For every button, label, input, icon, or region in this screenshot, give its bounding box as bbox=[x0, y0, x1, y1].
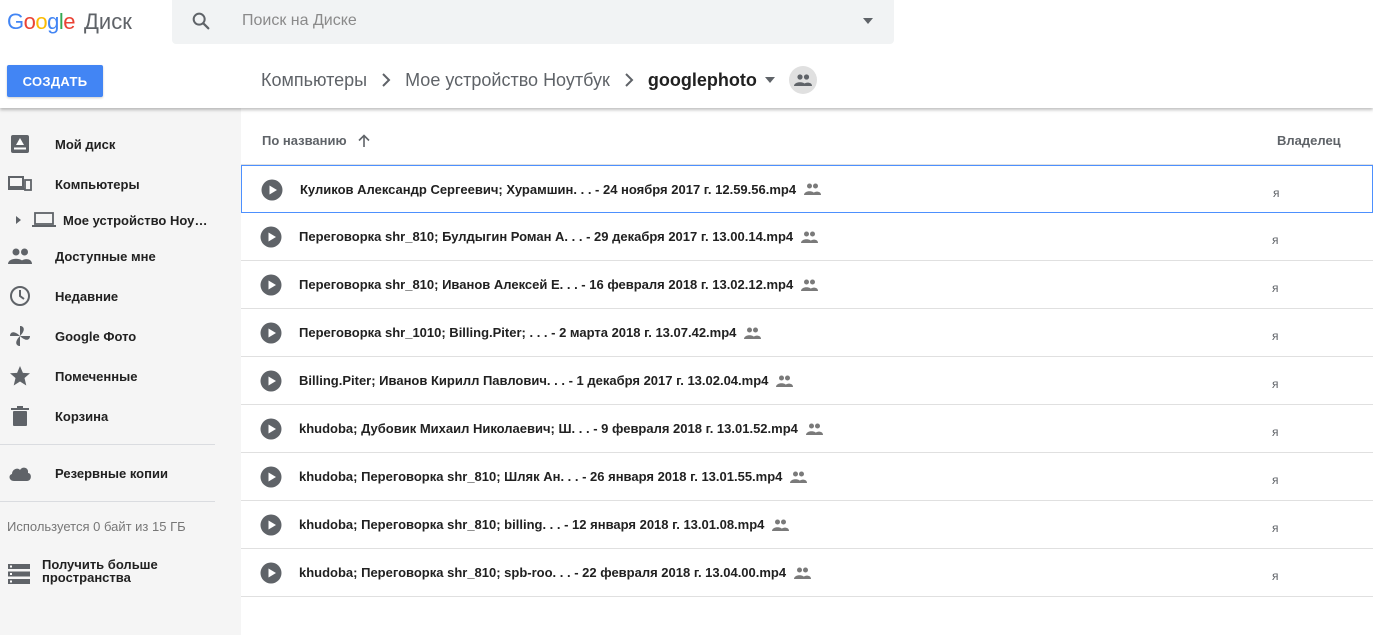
storage-usage-text: Используется 0 байт из 15 ГБ bbox=[7, 519, 186, 534]
file-row[interactable]: khudoba; Переговорка shr_810; billing. .… bbox=[241, 501, 1373, 549]
drive-icon bbox=[8, 132, 32, 156]
computers-icon bbox=[8, 172, 32, 196]
expand-arrow-icon[interactable] bbox=[16, 216, 21, 224]
shared-icon bbox=[794, 567, 812, 579]
video-play-icon bbox=[261, 179, 283, 201]
file-name: Переговорка shr_1010; Billing.Piter; . .… bbox=[299, 325, 762, 340]
breadcrumb: Компьютеры Мое устройство Ноутбук google… bbox=[261, 64, 817, 96]
file-row[interactable]: Переговорка shr_810; Булдыгин Роман А. .… bbox=[241, 213, 1373, 261]
people-icon bbox=[793, 74, 812, 86]
video-play-icon bbox=[260, 466, 282, 488]
breadcrumb-current-folder[interactable]: googlephoto bbox=[648, 70, 757, 91]
file-owner: я bbox=[1273, 186, 1280, 200]
file-row[interactable]: Billing.Piter; Иванов Кирилл Павлович. .… bbox=[241, 357, 1373, 405]
file-row[interactable]: khudoba; Переговорка shr_810; Шляк Ан. .… bbox=[241, 453, 1373, 501]
chevron-right-icon bbox=[624, 73, 634, 87]
sort-by-name-button[interactable]: По названию bbox=[262, 133, 371, 148]
file-owner: я bbox=[1272, 569, 1279, 583]
star-icon bbox=[8, 364, 32, 388]
file-name: khudoba; Переговорка shr_810; billing. .… bbox=[299, 517, 790, 532]
file-name: Переговорка shr_810; Булдыгин Роман А. .… bbox=[299, 229, 819, 244]
folder-menu-caret-icon[interactable] bbox=[764, 77, 775, 83]
google-drive-logo[interactable]: Google Диск bbox=[7, 9, 132, 35]
shared-icon bbox=[744, 327, 762, 339]
file-owner: я bbox=[1272, 425, 1279, 439]
sidebar-item-google-photos[interactable]: Google Фото bbox=[0, 316, 241, 356]
file-owner: я bbox=[1272, 281, 1279, 295]
sidebar-divider bbox=[0, 444, 215, 445]
file-owner: я bbox=[1272, 473, 1279, 487]
file-name: khudoba; Переговорка shr_810; spb-roo. .… bbox=[299, 565, 812, 580]
search-bar[interactable] bbox=[172, 0, 894, 44]
people-icon bbox=[8, 244, 32, 268]
sidebar-item-trash[interactable]: Корзина bbox=[0, 396, 241, 436]
owner-column-header[interactable]: Владелец bbox=[1277, 133, 1341, 148]
file-row[interactable]: Переговорка shr_810; Иванов Алексей Е. .… bbox=[241, 261, 1373, 309]
file-name: Переговорка shr_810; Иванов Алексей Е. .… bbox=[299, 277, 819, 292]
shared-icon bbox=[772, 519, 790, 531]
clock-icon bbox=[8, 284, 32, 308]
file-name: khudoba; Переговорка shr_810; Шляк Ан. .… bbox=[299, 469, 808, 484]
storage-icon bbox=[8, 564, 30, 584]
breadcrumb-device[interactable]: Мое устройство Ноутбук bbox=[405, 70, 610, 91]
file-row[interactable]: khudoba; Переговорка shr_810; spb-roo. .… bbox=[241, 549, 1373, 597]
video-play-icon bbox=[260, 562, 282, 584]
video-play-icon bbox=[260, 322, 282, 344]
chevron-right-icon bbox=[381, 73, 391, 87]
list-header: По названию Владелец bbox=[241, 108, 1373, 165]
sidebar-item-starred[interactable]: Помеченные bbox=[0, 356, 241, 396]
file-owner: я bbox=[1272, 377, 1279, 391]
video-play-icon bbox=[260, 418, 282, 440]
file-name: khudoba; Дубовик Михаил Николаевич; Ш. .… bbox=[299, 421, 823, 436]
sidebar-item-computers[interactable]: Компьютеры bbox=[0, 164, 241, 204]
chevron-down-icon bbox=[863, 18, 873, 24]
shared-folder-button[interactable] bbox=[788, 66, 817, 94]
sidebar-item-recent[interactable]: Недавние bbox=[0, 276, 241, 316]
shared-icon bbox=[801, 231, 819, 243]
video-play-icon bbox=[260, 514, 282, 536]
arrow-up-icon bbox=[358, 133, 370, 147]
pinwheel-icon bbox=[8, 324, 32, 348]
sidebar-item-shared[interactable]: Доступные мне bbox=[0, 236, 241, 276]
shared-icon bbox=[776, 375, 794, 387]
search-input[interactable] bbox=[242, 8, 842, 34]
cloud-icon bbox=[8, 461, 32, 485]
sidebar: Мой диск Компьютеры Мое устройство Ноутб… bbox=[0, 108, 241, 635]
video-play-icon bbox=[260, 274, 282, 296]
file-owner: я bbox=[1272, 233, 1279, 247]
file-owner: я bbox=[1272, 521, 1279, 535]
file-row[interactable]: khudoba; Дубовик Михаил Николаевич; Ш. .… bbox=[241, 405, 1373, 453]
google-wordmark: Google bbox=[7, 9, 76, 34]
file-owner: я bbox=[1272, 329, 1279, 343]
create-button[interactable]: СОЗДАТЬ bbox=[7, 65, 103, 97]
file-name: Куликов Александр Сергеевич; Хурамшин. .… bbox=[300, 182, 822, 197]
shared-icon bbox=[804, 183, 822, 195]
shared-icon bbox=[801, 279, 819, 291]
top-bar: Google Диск СОЗДАТЬ Компьютеры Мое устро… bbox=[0, 0, 1373, 108]
breadcrumb-computers[interactable]: Компьютеры bbox=[261, 70, 367, 91]
file-name: Billing.Piter; Иванов Кирилл Павлович. .… bbox=[299, 373, 794, 388]
file-row[interactable]: Куликов Александр Сергеевич; Хурамшин. .… bbox=[241, 165, 1373, 213]
get-more-storage-link[interactable]: Получить больше пространства bbox=[0, 556, 241, 592]
search-icon[interactable] bbox=[190, 10, 212, 32]
sidebar-item-my-device[interactable]: Мое устройство Ноутбук bbox=[0, 200, 241, 240]
file-row[interactable]: Переговорка shr_1010; Billing.Piter; . .… bbox=[241, 309, 1373, 357]
laptop-icon bbox=[32, 208, 56, 232]
shared-icon bbox=[790, 471, 808, 483]
sidebar-item-backups[interactable]: Резервные копии bbox=[0, 453, 241, 493]
drive-app: Google Диск СОЗДАТЬ Компьютеры Мое устро… bbox=[0, 0, 1373, 635]
shared-icon bbox=[805, 423, 823, 435]
sidebar-divider bbox=[0, 501, 215, 502]
video-play-icon bbox=[260, 370, 282, 392]
sidebar-item-my-drive[interactable]: Мой диск bbox=[0, 124, 241, 164]
product-name: Диск bbox=[84, 9, 132, 34]
search-options-button[interactable] bbox=[860, 14, 876, 28]
file-list-area: По названию Владелец Куликов Александр С… bbox=[241, 108, 1373, 635]
trash-icon bbox=[8, 404, 32, 428]
video-play-icon bbox=[260, 226, 282, 248]
